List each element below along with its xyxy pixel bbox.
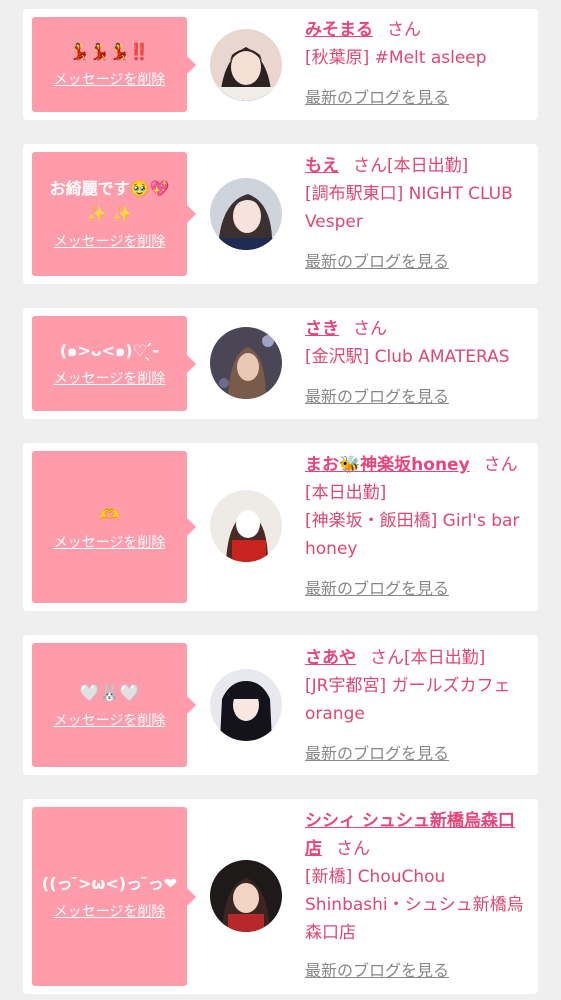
delete-message-link[interactable]: メッセージを削除: [54, 533, 166, 553]
sender-info: さき さん [金沢駅] Club AMATERAS: [305, 315, 531, 371]
shop-info: [新橋] ChouChou Shinbashi・シュシュ新橋烏森口店: [305, 867, 524, 943]
delete-message-link[interactable]: メッセージを削除: [54, 902, 166, 922]
view-latest-blog-link[interactable]: 最新のブログを見る: [305, 960, 449, 982]
honorific-san: さん: [387, 20, 421, 40]
message-bubble: ((っ ̄>ω<)っ ̄っ❤ メッセージを削除: [32, 807, 196, 986]
shop-info: [秋葉原] #Melt asleep: [305, 48, 487, 68]
sender-name-link[interactable]: まお🐝神楽坂honey: [305, 455, 470, 475]
message-card: 🤍🐰🤍 メッセージを削除 さあや さん[本日出勤] [JR宇都宮] ガールズカフェ…: [23, 635, 538, 775]
message-bubble: お綺麗です🥹💖 ✨ ✨ メッセージを削除: [32, 152, 196, 276]
honorific-san: さん: [336, 839, 370, 859]
message-text: (๑>ᴗ<๑)♡ ̖́-: [59, 341, 160, 360]
view-latest-blog-link[interactable]: 最新のブログを見る: [305, 251, 449, 273]
message-text: お綺麗です🥹💖 ✨ ✨: [49, 179, 170, 223]
message-bubble: 💃💃💃‼️ メッセージを削除: [32, 17, 196, 112]
avatar[interactable]: [210, 490, 282, 562]
shop-info: [JR宇都宮] ガールズカフェ orange: [305, 676, 511, 724]
honorific-san: さん: [483, 455, 518, 475]
view-latest-blog-link[interactable]: 最新のブログを見る: [305, 87, 449, 109]
sender-name-link[interactable]: もえ: [305, 156, 339, 176]
sender-name-link[interactable]: さき: [305, 319, 339, 339]
sender-info: もえ さん[本日出勤] [調布駅東口] NIGHT CLUB Vesper: [305, 152, 531, 236]
shop-info: [神楽坂・飯田橋] Girl's bar honey: [305, 511, 520, 559]
work-status: [本日出勤]: [404, 648, 486, 668]
message-card: 💃💃💃‼️ メッセージを削除 みそまる さん [秋葉原] #Melt asleep…: [23, 9, 538, 120]
delete-message-link[interactable]: メッセージを削除: [54, 711, 166, 731]
sender-name-link[interactable]: みそまる: [305, 20, 373, 40]
sender-info: みそまる さん [秋葉原] #Melt asleep: [305, 16, 531, 72]
message-text: 🫶: [99, 504, 120, 524]
message-bubble: 🤍🐰🤍 メッセージを削除: [32, 643, 196, 767]
avatar[interactable]: [210, 178, 282, 250]
delete-message-link[interactable]: メッセージを削除: [54, 70, 166, 90]
avatar[interactable]: [210, 327, 282, 399]
avatar[interactable]: [210, 860, 282, 932]
avatar[interactable]: [210, 29, 282, 101]
message-card: お綺麗です🥹💖 ✨ ✨ メッセージを削除 もえ さん[本日出勤] [調布駅東口] …: [23, 144, 538, 284]
honorific-san: さん: [353, 156, 387, 176]
message-bubble: (๑>ᴗ<๑)♡ ̖́- メッセージを削除: [32, 316, 196, 411]
message-card: (๑>ᴗ<๑)♡ ̖́- メッセージを削除 さき さん [金沢駅] Club AM…: [23, 308, 538, 419]
view-latest-blog-link[interactable]: 最新のブログを見る: [305, 386, 449, 408]
sender-info: シシィ シュシュ新橋烏森口店 さん [新橋] ChouChou Shinbashi…: [305, 807, 531, 947]
sender-info: まお🐝神楽坂honey さん [本日出勤] [神楽坂・飯田橋] Girl's bar…: [305, 451, 531, 563]
honorific-san: さん: [353, 319, 387, 339]
message-text: 🤍🐰🤍: [79, 682, 140, 702]
shop-info: [調布駅東口] NIGHT CLUB Vesper: [305, 184, 513, 232]
view-latest-blog-link[interactable]: 最新のブログを見る: [305, 743, 449, 765]
delete-message-link[interactable]: メッセージを削除: [54, 369, 166, 389]
message-text: 💃💃💃‼️: [69, 42, 150, 61]
message-text: ((っ ̄>ω<)っ ̄っ❤: [41, 874, 178, 893]
message-card: ((っ ̄>ω<)っ ̄っ❤ メッセージを削除 シシィ シュシュ新橋烏森口店 さん…: [23, 799, 538, 994]
work-status: [本日出勤]: [387, 156, 469, 176]
sender-info: さあや さん[本日出勤] [JR宇都宮] ガールズカフェ orange: [305, 644, 531, 728]
sender-name-link[interactable]: さあや: [305, 648, 356, 668]
honorific-san: さん: [370, 648, 404, 668]
shop-info: [金沢駅] Club AMATERAS: [305, 347, 510, 367]
message-card: 🫶 メッセージを削除 まお🐝神楽坂honey さん [本日出勤] [神楽坂・飯田橋]…: [23, 443, 538, 611]
avatar[interactable]: [210, 669, 282, 741]
delete-message-link[interactable]: メッセージを削除: [54, 232, 166, 252]
view-latest-blog-link[interactable]: 最新のブログを見る: [305, 578, 449, 600]
message-bubble: 🫶 メッセージを削除: [32, 451, 196, 603]
work-status: [本日出勤]: [305, 483, 387, 503]
